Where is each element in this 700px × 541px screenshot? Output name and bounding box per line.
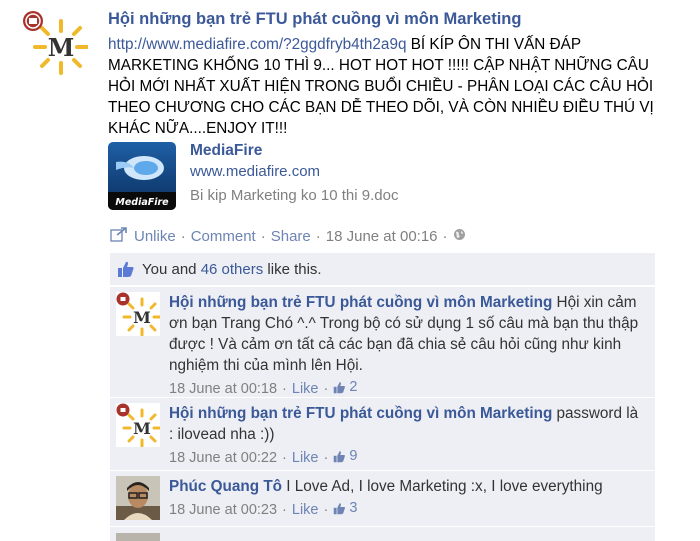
action-separator: · [442, 227, 448, 245]
post-author-link[interactable]: Hội những bạn trẻ FTU phát cuồng vì môn … [108, 10, 521, 29]
globe-privacy-icon[interactable] [453, 228, 466, 245]
attachment-domain: www.mediafire.com [190, 163, 321, 180]
likes-prefix: You and [142, 261, 201, 278]
comment-link[interactable]: Comment [191, 228, 256, 245]
action-separator: · [180, 227, 186, 245]
post-message: http://www.mediafire.com/?2ggdfryb4th2a9… [108, 34, 668, 139]
comment-like-count[interactable]: 9 [333, 446, 357, 470]
thumbs-up-small-icon [333, 449, 346, 470]
comment-author-link[interactable]: Hội những bạn trẻ FTU phát cuồng vì môn … [169, 405, 552, 422]
action-separator: · [260, 227, 266, 245]
thumbs-up-small-icon [333, 501, 346, 522]
attachment-title-link[interactable]: MediaFire [190, 142, 262, 160]
post-url-link[interactable]: http://www.mediafire.com/?2ggdfryb4th2a9… [108, 36, 406, 53]
svg-text:M: M [133, 419, 151, 438]
comment-text: I Love Ad, I love Marketing :x, I love e… [282, 478, 603, 495]
post-actions-bar: Unlike · Comment · Share · 18 June at 00… [110, 226, 466, 246]
post-timestamp[interactable]: 18 June at 00:16 [326, 228, 438, 245]
comment-like-count[interactable]: 3 [333, 498, 357, 522]
link-attachment[interactable]: MediaFire MediaFire www.mediafire.com Bi… [108, 142, 528, 212]
meta-separator: · [282, 501, 287, 518]
comment-meta: 18 June at 00:23 · Like · 3 [169, 498, 639, 522]
commenter-avatar[interactable]: M [116, 292, 160, 336]
likes-suffix: like this. [263, 261, 322, 278]
like-count-value: 9 [349, 448, 358, 464]
like-count-value: 3 [349, 500, 358, 516]
meta-separator: · [282, 449, 287, 466]
comment-item: M Hội những bạn trẻ FTU phát cuồng vì mô… [110, 397, 655, 470]
likes-others-link[interactable]: 46 others [201, 261, 264, 278]
comment-item-partial [110, 526, 655, 541]
svg-text:M: M [48, 33, 75, 62]
comment-item: M Hội những bạn trẻ FTU phát cuồng vì mô… [110, 286, 655, 397]
mediafire-logo-icon[interactable]: MediaFire [108, 142, 176, 210]
like-count-value: 2 [349, 379, 358, 395]
share-page-icon [110, 226, 128, 246]
unlike-link[interactable]: Unlike [134, 228, 176, 245]
comment-item: Phúc Quang Tô I Love Ad, I love Marketin… [110, 470, 655, 526]
meta-separator: · [323, 501, 329, 518]
thumbs-up-icon [117, 260, 135, 282]
commenter-avatar[interactable]: M [116, 403, 160, 447]
attachment-description: Bi kip Marketing ko 10 thi 9.doc [190, 187, 399, 204]
comment-author-link[interactable]: Phúc Quang Tô [169, 478, 282, 495]
comment-meta: 18 June at 00:22 · Like · 9 [169, 446, 639, 470]
svg-text:MediaFire: MediaFire [115, 197, 169, 208]
comment-timestamp[interactable]: 18 June at 00:22 [169, 448, 277, 469]
svg-text:M: M [133, 308, 151, 327]
action-separator: · [315, 227, 321, 245]
comment-like-link[interactable]: Like [292, 500, 319, 521]
page-avatar[interactable]: M [22, 10, 88, 76]
likes-summary: You and 46 others like this. [110, 253, 655, 285]
comment-author-link[interactable]: Hội những bạn trẻ FTU phát cuồng vì môn … [169, 294, 552, 311]
commenter-avatar[interactable] [116, 476, 160, 520]
meta-separator: · [323, 449, 329, 466]
comment-timestamp[interactable]: 18 June at 00:23 [169, 500, 277, 521]
share-link[interactable]: Share [271, 228, 311, 245]
comment-like-link[interactable]: Like [292, 448, 319, 469]
